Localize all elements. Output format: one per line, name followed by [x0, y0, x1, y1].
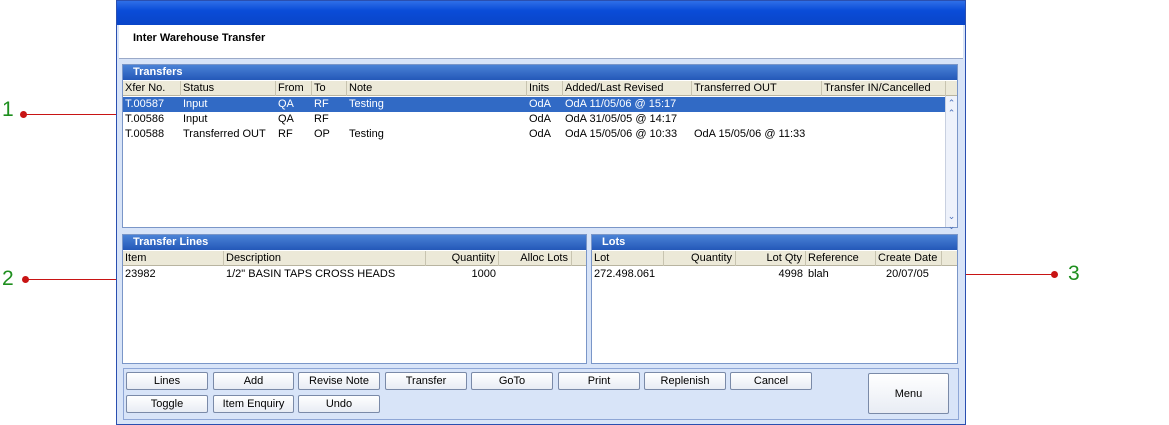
lines-button[interactable]: Lines	[126, 372, 208, 390]
transfers-panel: Transfers Xfer No. Status From To Note I…	[122, 64, 958, 231]
cell-status: Input	[183, 113, 208, 125]
col-lot-quantity[interactable]: Quantity	[664, 251, 736, 266]
col-transfer-in-cancelled[interactable]: Transfer IN/Cancelled	[822, 81, 946, 96]
window-titlebar[interactable]	[117, 1, 965, 25]
cell-note: Testing	[349, 98, 384, 110]
transfer-lines-heading: Transfer Lines	[123, 235, 586, 250]
cell-from: RF	[278, 128, 293, 140]
cell-added: OdA 31/05/05 @ 14:17	[565, 113, 678, 125]
cell-xfer-no: T.00587	[125, 98, 165, 110]
col-added-last-revised[interactable]: Added/Last Revised	[563, 81, 692, 96]
cell-to: RF	[314, 113, 329, 125]
transfer-lines-panel: Transfer Lines Item Description Quantiit…	[122, 234, 587, 364]
cell-transferred-out	[692, 112, 822, 127]
cell-lot: 272.498.061	[594, 268, 656, 280]
menu-button[interactable]: Menu	[868, 373, 949, 414]
transfer-button[interactable]: Transfer	[385, 372, 467, 390]
cell-added: OdA 15/05/06 @ 10:33	[565, 128, 678, 140]
header-panel: Inter Warehouse Transfer	[119, 25, 963, 59]
col-reference[interactable]: Reference	[806, 251, 876, 266]
lots-column-header: Lot Quantity Lot Qty Reference Create Da…	[592, 251, 957, 266]
col-to[interactable]: To	[312, 81, 347, 96]
cell-quantity: 1000	[471, 268, 496, 280]
transfer-window: Inter Warehouse Transfer Transfers Xfer …	[116, 0, 966, 425]
cell-create-date: 20/07/05	[886, 268, 929, 280]
cell-transfer-in	[822, 112, 946, 127]
undo-button[interactable]: Undo	[298, 395, 380, 413]
transfers-heading: Transfers	[123, 65, 957, 80]
cell-from: QA	[278, 98, 294, 110]
toggle-button[interactable]: Toggle	[126, 395, 208, 413]
lots-heading: Lots	[592, 235, 957, 250]
lots-panel: Lots Lot Quantity Lot Qty Reference Crea…	[591, 234, 958, 364]
cell-transfer-in	[822, 97, 946, 112]
col-transferred-out[interactable]: Transferred OUT	[692, 81, 822, 96]
cell-note	[347, 112, 527, 127]
goto-button[interactable]: GoTo	[471, 372, 553, 390]
col-status[interactable]: Status	[181, 81, 276, 96]
cell-xfer-no: T.00588	[125, 128, 165, 140]
annotation-line-3	[952, 274, 1053, 275]
cell-note: Testing	[349, 128, 384, 140]
window-title: Inter Warehouse Transfer	[133, 32, 266, 44]
cell-from: QA	[278, 113, 294, 125]
col-lot-qty[interactable]: Lot Qty	[736, 251, 806, 266]
table-row[interactable]: T.00588 Transferred OUT RF OP Testing Od…	[123, 127, 945, 142]
double-chevron-down-icon[interactable]: ⌄ ⌄	[946, 211, 957, 231]
annotation-number-3: 3	[1068, 262, 1080, 285]
table-row[interactable]: T.00587 Input QA RF Testing OdA OdA 11/0…	[123, 97, 945, 112]
table-row[interactable]: 272.498.061 4998 blah 20/07/05	[592, 267, 942, 282]
cell-transferred-out: OdA 15/05/06 @ 11:33	[694, 128, 806, 140]
table-row[interactable]: T.00586 Input QA RF OdA OdA 31/05/05 @ 1…	[123, 112, 945, 127]
cell-to: RF	[314, 98, 329, 110]
print-button[interactable]: Print	[558, 372, 640, 390]
revise-note-button[interactable]: Revise Note	[298, 372, 380, 390]
cell-xfer-no: T.00586	[125, 113, 165, 125]
col-xfer-no[interactable]: Xfer No.	[123, 81, 181, 96]
replenish-button[interactable]: Replenish	[644, 372, 726, 390]
table-row[interactable]: 23982 1/2" BASIN TAPS CROSS HEADS 1000	[123, 267, 572, 282]
cell-status: Input	[183, 98, 208, 110]
col-inits[interactable]: Inits	[527, 81, 563, 96]
double-chevron-up-icon[interactable]: ⌃ ⌃	[946, 98, 957, 118]
cell-reference: blah	[808, 268, 829, 280]
add-button[interactable]: Add	[213, 372, 294, 390]
cell-inits: OdA	[529, 113, 552, 125]
col-quantity[interactable]: Quantiity	[426, 251, 499, 266]
cell-to: OP	[314, 128, 330, 140]
transfers-column-header: Xfer No. Status From To Note Inits Added…	[123, 81, 957, 96]
button-bar: Lines Add Revise Note Transfer GoTo Prin…	[123, 368, 959, 420]
transfer-lines-column-header: Item Description Quantiity Alloc Lots	[123, 251, 586, 266]
cell-status: Transferred OUT	[183, 128, 266, 140]
cell-inits: OdA	[529, 128, 552, 140]
cell-transferred-out	[692, 97, 822, 112]
cell-alloc-lots	[499, 267, 572, 282]
cell-inits: OdA	[529, 98, 552, 110]
transfers-scrollbar[interactable]: ⌃ ⌃ ⌄ ⌄	[945, 96, 957, 231]
cell-item: 23982	[125, 268, 156, 280]
annotation-line-1	[24, 114, 120, 115]
annotation-number-1: 1	[2, 98, 14, 121]
col-create-date[interactable]: Create Date	[876, 251, 942, 266]
col-description[interactable]: Description	[224, 251, 426, 266]
cell-lot-qty: 4998	[778, 268, 803, 280]
cell-transfer-in	[822, 127, 946, 142]
cell-added: OdA 11/05/06 @ 15:17	[565, 98, 677, 110]
col-alloc-lots[interactable]: Alloc Lots	[499, 251, 572, 266]
col-note[interactable]: Note	[347, 81, 527, 96]
annotation-line-2	[26, 279, 120, 280]
cell-lot-quantity	[664, 267, 736, 282]
annotation-number-2: 2	[2, 267, 14, 290]
col-lot[interactable]: Lot	[592, 251, 664, 266]
cell-description: 1/2" BASIN TAPS CROSS HEADS	[226, 268, 396, 280]
cancel-button[interactable]: Cancel	[730, 372, 812, 390]
col-from[interactable]: From	[276, 81, 312, 96]
item-enquiry-button[interactable]: Item Enquiry	[213, 395, 294, 413]
col-item[interactable]: Item	[123, 251, 224, 266]
